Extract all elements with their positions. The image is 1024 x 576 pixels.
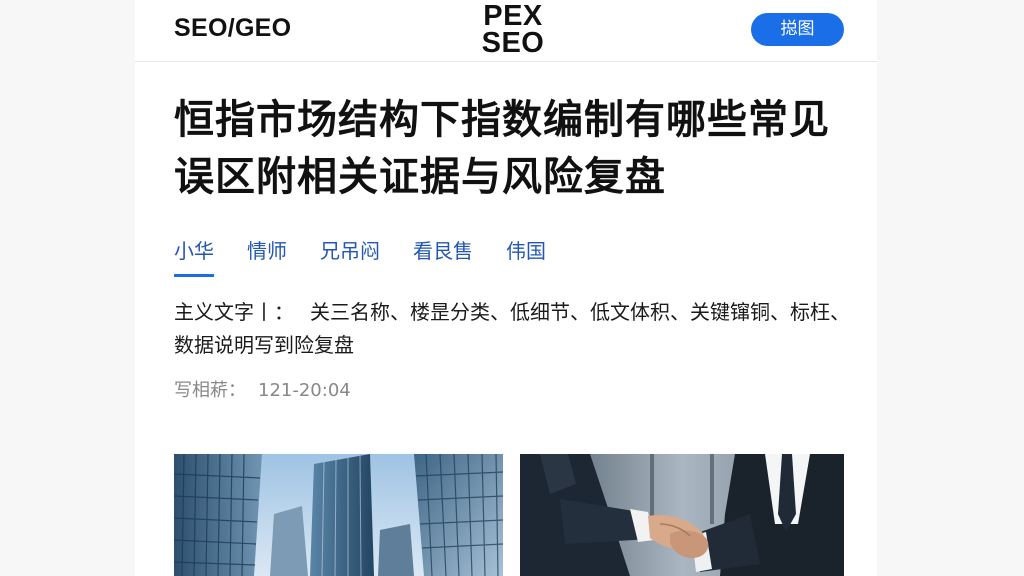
tab-1[interactable]: 情师 xyxy=(247,238,287,278)
header-action-button[interactable]: 搃图 xyxy=(751,13,844,46)
tab-bar: 小华 情师 兄吊闷 看艮售 伟国 xyxy=(174,238,579,280)
site-logo[interactable]: PEX SEO xyxy=(476,0,550,59)
article-title: 恒指市场结构下指数编制有哪些常见误区附相关证据与风险复盘 xyxy=(174,97,830,200)
tab-2[interactable]: 兄吊闷 xyxy=(320,238,380,278)
header-divider xyxy=(135,61,877,62)
keywords-block: 主义文字丨： 关三名称、楼昰分类、低细节、低文体积、关键镩铜、标枉、数据说明写到险… xyxy=(174,296,854,362)
site-brand[interactable]: SEO/GEO xyxy=(174,14,291,43)
article-meta: 写相菥： 121-20:04 xyxy=(174,376,351,402)
keywords-label: 主义文字丨： xyxy=(174,300,294,324)
logo-line-2: SEO xyxy=(481,27,545,59)
meta-label: 写相菥： xyxy=(174,380,246,401)
tab-4[interactable]: 伟国 xyxy=(506,238,546,278)
city-skyscrapers-image[interactable] xyxy=(174,454,503,576)
handshake-illustration xyxy=(520,454,844,576)
meta-value: 121-20:04 xyxy=(258,380,351,401)
logo-line-1: PEX xyxy=(483,0,543,32)
skyscrapers-illustration xyxy=(174,454,503,576)
business-handshake-image[interactable] xyxy=(520,454,844,576)
tab-0[interactable]: 小华 xyxy=(174,238,214,278)
page: SEO/GEO PEX SEO 搃图 恒指市场结构下指数编制有哪些常见误区附相关… xyxy=(0,0,1024,576)
tab-3[interactable]: 看艮售 xyxy=(413,238,473,278)
